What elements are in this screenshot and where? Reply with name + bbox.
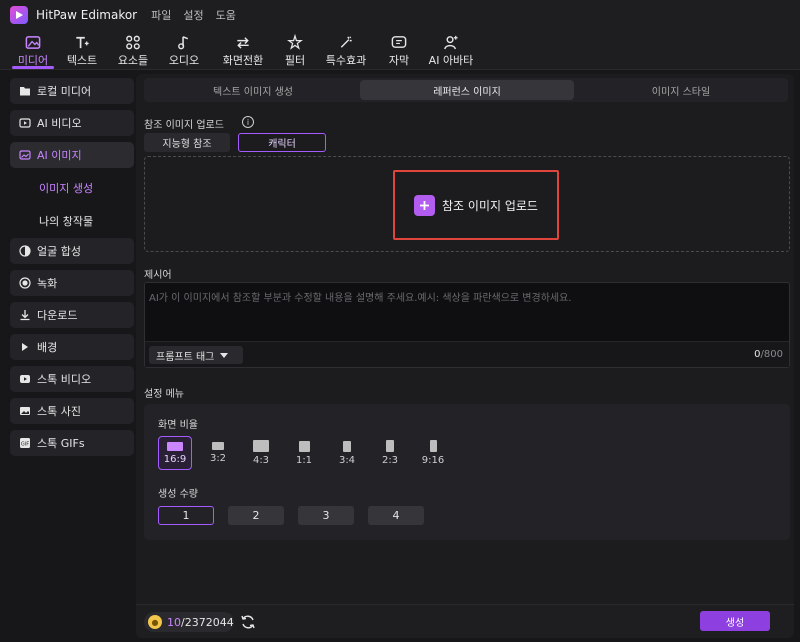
sidebar-item-background[interactable]: 배경	[10, 334, 134, 360]
record-icon	[19, 277, 31, 289]
toolbar-effects-button[interactable]: 특수효과	[320, 32, 372, 68]
count-3-button[interactable]: 3	[298, 506, 354, 525]
ai-image-icon	[19, 150, 31, 160]
prompt-placeholder: AI가 이 이미지에서 참조할 부분과 수정할 내용을 설명해 주세요.예시: …	[149, 293, 572, 304]
toolbar-text-button[interactable]: 텍스트	[62, 32, 102, 68]
effects-icon	[340, 36, 352, 48]
toolbar-elements-button[interactable]: 요소들	[113, 32, 153, 68]
toolbar-media-button[interactable]: 미디어	[12, 32, 54, 68]
char-count: 0/800	[754, 349, 783, 360]
ratio-4-3-shape	[253, 440, 269, 452]
tab-text-to-image[interactable]: 텍스트 이미지 생성	[146, 80, 360, 100]
ratio-16-9-shape	[167, 441, 183, 451]
sidebar-sub-image-generate[interactable]: 이미지 생성	[39, 180, 93, 196]
prompt-label: 제시어	[144, 270, 172, 281]
ratio-3-2-shape	[212, 442, 224, 450]
ratio-1-1-button[interactable]: 1:1	[287, 436, 321, 470]
credits-badge: ● 10/2372044	[144, 612, 234, 632]
coin-icon: ●	[148, 615, 162, 629]
sidebar-item-face-swap[interactable]: 얼굴 합성	[10, 238, 134, 264]
settings-panel: 화면 비율 16:9 3:2 4:3 1:1 3:4 2:3 9:16 생성 수…	[144, 404, 790, 540]
elements-icon	[126, 35, 140, 50]
tab-reference-image[interactable]: 레퍼런스 이미지	[360, 80, 574, 100]
prompt-footer: 프롬프트 태그 0/800	[145, 341, 789, 367]
count-2-button[interactable]: 2	[228, 506, 284, 525]
main-panel: 텍스트 이미지 생성 레퍼런스 이미지 이미지 스타일 참조 이미지 업로드 i…	[136, 74, 794, 638]
play-icon	[22, 343, 28, 351]
avatar-icon	[444, 35, 458, 50]
toolbar-subtitle-button[interactable]: 자막	[382, 32, 416, 68]
media-icon	[25, 36, 41, 49]
transition-icon	[237, 37, 249, 49]
toolbar-active-indicator	[12, 66, 54, 69]
chevron-down-icon	[220, 352, 229, 358]
text-icon	[76, 36, 89, 49]
folder-icon	[20, 87, 30, 96]
bottom-bar: ● 10/2372044 생성	[136, 604, 794, 638]
main-toolbar: 미디어 텍스트 요소들 오디오 화면전환 필터 특수효과 자막 AI 아바타	[0, 30, 800, 70]
sidebar: 로컬 미디어 AI 비디오 AI 이미지 이미지 생성 나의 창작물 얼굴 합성…	[6, 74, 134, 638]
sidebar-item-local-media[interactable]: 로컬 미디어	[10, 78, 134, 104]
tab-image-style[interactable]: 이미지 스타일	[574, 80, 788, 100]
toolbar-avatar-button[interactable]: AI 아바타	[424, 32, 478, 68]
ratio-9-16-button[interactable]: 9:16	[416, 436, 450, 470]
svg-text:GIF: GIF	[21, 442, 29, 448]
ratio-3-4-shape	[343, 440, 351, 452]
prompt-input[interactable]: AI가 이 이미지에서 참조할 부분과 수정할 내용을 설명해 주세요.예시: …	[144, 282, 790, 368]
ratio-3-2-button[interactable]: 3:2	[201, 436, 235, 470]
ratio-2-3-button[interactable]: 2:3	[373, 436, 407, 470]
refresh-icon[interactable]	[240, 614, 256, 630]
ratio-1-1-shape	[298, 440, 310, 452]
toolbar-transition-button[interactable]: 화면전환	[217, 32, 269, 68]
count-label: 생성 수량	[158, 489, 198, 500]
generate-button[interactable]: 생성	[700, 611, 770, 631]
sidebar-item-download[interactable]: 다운로드	[10, 302, 134, 328]
stock-photo-icon	[20, 407, 30, 415]
plus-icon	[414, 194, 436, 216]
ratio-16-9-button[interactable]: 16:9	[158, 436, 192, 470]
ratio-9-16-shape	[429, 440, 437, 452]
menu-file[interactable]: 파일	[151, 7, 171, 23]
prompt-tag-dropdown[interactable]: 프롬프트 태그	[149, 346, 243, 364]
info-icon[interactable]: i	[242, 116, 254, 128]
menu-settings[interactable]: 설정	[183, 7, 203, 23]
app-title: HitPaw Edimakor	[36, 8, 138, 22]
toolbar-audio-button[interactable]: 오디오	[164, 32, 204, 68]
mode-tabs: 텍스트 이미지 생성 레퍼런스 이미지 이미지 스타일	[144, 78, 788, 102]
ratio-2-3-shape	[386, 440, 394, 452]
sidebar-item-stock-video[interactable]: 스톡 비디오	[10, 366, 134, 392]
face-swap-icon	[19, 245, 31, 257]
mode-smart-reference-button[interactable]: 지능형 참조	[144, 133, 230, 152]
toolbar-filter-button[interactable]: 필터	[278, 32, 312, 68]
ratio-3-4-button[interactable]: 3:4	[330, 436, 364, 470]
sidebar-item-record[interactable]: 녹화	[10, 270, 134, 296]
ratio-label: 화면 비율	[158, 420, 198, 431]
ai-video-icon	[19, 118, 31, 128]
app-logo-icon	[10, 6, 28, 24]
title-bar: HitPaw Edimakor 파일 설정 도움	[0, 0, 800, 30]
sidebar-sub-my-creations[interactable]: 나의 창작물	[39, 213, 93, 229]
upload-reference-button[interactable]: 참조 이미지 업로드	[393, 170, 559, 240]
count-4-button[interactable]: 4	[368, 506, 424, 525]
gif-icon: GIF	[20, 438, 30, 448]
sidebar-item-stock-gifs[interactable]: GIF 스톡 GIFs	[10, 430, 134, 456]
ref-upload-label: 참조 이미지 업로드	[144, 120, 224, 131]
sidebar-item-stock-photo[interactable]: 스톡 사진	[10, 398, 134, 424]
download-icon	[20, 310, 30, 321]
stock-video-icon	[20, 375, 30, 383]
ratio-4-3-button[interactable]: 4:3	[244, 436, 278, 470]
count-1-button[interactable]: 1	[158, 506, 214, 525]
subtitle-icon	[391, 36, 407, 48]
settings-label: 설정 메뉴	[144, 389, 184, 400]
filter-icon	[287, 34, 303, 50]
audio-icon	[178, 36, 189, 50]
sidebar-item-ai-video[interactable]: AI 비디오	[10, 110, 134, 136]
upload-dropzone[interactable]: 참조 이미지 업로드	[144, 156, 790, 252]
sidebar-item-ai-image[interactable]: AI 이미지	[10, 142, 134, 168]
menu-help[interactable]: 도움	[216, 7, 236, 23]
mode-character-button[interactable]: 캐릭터	[238, 133, 326, 152]
